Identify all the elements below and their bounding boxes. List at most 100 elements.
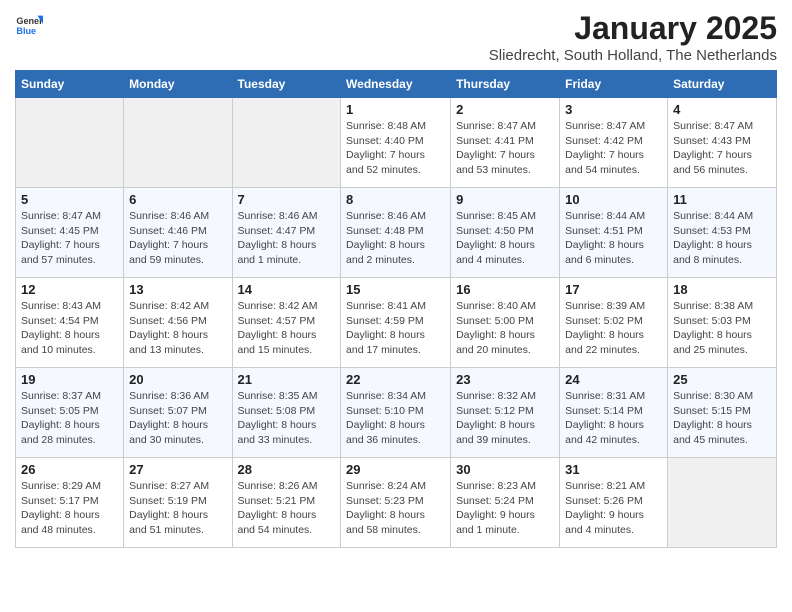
day-number: 26 bbox=[21, 462, 118, 477]
day-info: Sunrise: 8:48 AMSunset: 4:40 PMDaylight:… bbox=[346, 119, 445, 178]
calendar-day: 29 Sunrise: 8:24 AMSunset: 5:23 PMDayligh… bbox=[341, 458, 451, 548]
title-section: January 2025 Sliedrecht, South Holland, … bbox=[489, 10, 777, 64]
day-info: Sunrise: 8:43 AMSunset: 4:54 PMDaylight:… bbox=[21, 299, 118, 358]
day-number: 3 bbox=[565, 102, 662, 117]
calendar-day: 5 Sunrise: 8:47 AMSunset: 4:45 PMDaylight… bbox=[16, 188, 124, 278]
calendar-day bbox=[232, 98, 341, 188]
calendar-day: 24 Sunrise: 8:31 AMSunset: 5:14 PMDayligh… bbox=[560, 368, 668, 458]
day-number: 17 bbox=[565, 282, 662, 297]
day-number: 2 bbox=[456, 102, 554, 117]
calendar-day: 4 Sunrise: 8:47 AMSunset: 4:43 PMDaylight… bbox=[668, 98, 777, 188]
calendar-day: 6 Sunrise: 8:46 AMSunset: 4:46 PMDaylight… bbox=[124, 188, 232, 278]
day-number: 21 bbox=[238, 372, 336, 387]
calendar-day: 28Sunrise: 8:26 AMSunset: 5:21 PMDayligh… bbox=[232, 458, 341, 548]
day-number: 8 bbox=[346, 192, 445, 207]
calendar-day: 18Sunrise: 8:38 AMSunset: 5:03 PMDayligh… bbox=[668, 278, 777, 368]
calendar-day: 2 Sunrise: 8:47 AMSunset: 4:41 PMDaylight… bbox=[451, 98, 560, 188]
day-info: Sunrise: 8:40 AMSunset: 5:00 PMDaylight:… bbox=[456, 299, 554, 358]
day-info: Sunrise: 8:46 AMSunset: 4:46 PMDaylight:… bbox=[129, 209, 226, 268]
day-info: Sunrise: 8:39 AMSunset: 5:02 PMDaylight:… bbox=[565, 299, 662, 358]
day-number: 29 bbox=[346, 462, 445, 477]
day-number: 6 bbox=[129, 192, 226, 207]
day-info: Sunrise: 8:36 AMSunset: 5:07 PMDaylight:… bbox=[129, 389, 226, 448]
day-info: Sunrise: 8:46 AMSunset: 4:48 PMDaylight:… bbox=[346, 209, 445, 268]
calendar-day: 22Sunrise: 8:34 AMSunset: 5:10 PMDayligh… bbox=[341, 368, 451, 458]
day-info: Sunrise: 8:32 AMSunset: 5:12 PMDaylight:… bbox=[456, 389, 554, 448]
week-row-3: 12 Sunrise: 8:43 AMSunset: 4:54 PMDayligh… bbox=[16, 278, 777, 368]
day-info: Sunrise: 8:42 AMSunset: 4:56 PMDaylight:… bbox=[129, 299, 226, 358]
calendar-day: 21Sunrise: 8:35 AMSunset: 5:08 PMDayligh… bbox=[232, 368, 341, 458]
week-row-2: 5 Sunrise: 8:47 AMSunset: 4:45 PMDaylight… bbox=[16, 188, 777, 278]
day-number: 19 bbox=[21, 372, 118, 387]
calendar-day: 16 Sunrise: 8:40 AMSunset: 5:00 PMDayligh… bbox=[451, 278, 560, 368]
day-number: 23 bbox=[456, 372, 554, 387]
day-number: 14 bbox=[238, 282, 336, 297]
calendar-day: 9 Sunrise: 8:45 AMSunset: 4:50 PMDaylight… bbox=[451, 188, 560, 278]
day-info: Sunrise: 8:30 AMSunset: 5:15 PMDaylight:… bbox=[673, 389, 771, 448]
day-header-monday: Monday bbox=[124, 71, 232, 98]
week-row-4: 19 Sunrise: 8:37 AMSunset: 5:05 PMDayligh… bbox=[16, 368, 777, 458]
calendar-day: 17 Sunrise: 8:39 AMSunset: 5:02 PMDayligh… bbox=[560, 278, 668, 368]
day-number: 5 bbox=[21, 192, 118, 207]
calendar-day: 3 Sunrise: 8:47 AMSunset: 4:42 PMDaylight… bbox=[560, 98, 668, 188]
day-number: 1 bbox=[346, 102, 445, 117]
day-info: Sunrise: 8:47 AMSunset: 4:45 PMDaylight:… bbox=[21, 209, 118, 268]
calendar-day: 8 Sunrise: 8:46 AMSunset: 4:48 PMDaylight… bbox=[341, 188, 451, 278]
calendar-day: 1 Sunrise: 8:48 AMSunset: 4:40 PMDaylight… bbox=[341, 98, 451, 188]
calendar-day: 26 Sunrise: 8:29 AMSunset: 5:17 PMDayligh… bbox=[16, 458, 124, 548]
calendar-day: 20 Sunrise: 8:36 AMSunset: 5:07 PMDayligh… bbox=[124, 368, 232, 458]
day-info: Sunrise: 8:47 AMSunset: 4:43 PMDaylight:… bbox=[673, 119, 771, 178]
calendar-day: 27 Sunrise: 8:27 AMSunset: 5:19 PMDayligh… bbox=[124, 458, 232, 548]
day-number: 25 bbox=[673, 372, 771, 387]
day-info: Sunrise: 8:41 AMSunset: 4:59 PMDaylight:… bbox=[346, 299, 445, 358]
day-info: Sunrise: 8:27 AMSunset: 5:19 PMDaylight:… bbox=[129, 479, 226, 538]
day-info: Sunrise: 8:29 AMSunset: 5:17 PMDaylight:… bbox=[21, 479, 118, 538]
day-number: 15 bbox=[346, 282, 445, 297]
day-info: Sunrise: 8:38 AMSunset: 5:03 PMDaylight:… bbox=[673, 299, 771, 358]
day-info: Sunrise: 8:47 AMSunset: 4:41 PMDaylight:… bbox=[456, 119, 554, 178]
calendar-day bbox=[668, 458, 777, 548]
day-info: Sunrise: 8:37 AMSunset: 5:05 PMDaylight:… bbox=[21, 389, 118, 448]
calendar-day: 11Sunrise: 8:44 AMSunset: 4:53 PMDayligh… bbox=[668, 188, 777, 278]
day-number: 12 bbox=[21, 282, 118, 297]
week-row-1: 1 Sunrise: 8:48 AMSunset: 4:40 PMDaylight… bbox=[16, 98, 777, 188]
day-header-thursday: Thursday bbox=[451, 71, 560, 98]
calendar-day: 31Sunrise: 8:21 AMSunset: 5:26 PMDayligh… bbox=[560, 458, 668, 548]
day-number: 20 bbox=[129, 372, 226, 387]
calendar-title: January 2025 bbox=[489, 10, 777, 47]
logo: General Blue bbox=[15, 10, 43, 38]
day-number: 10 bbox=[565, 192, 662, 207]
day-header-friday: Friday bbox=[560, 71, 668, 98]
day-info: Sunrise: 8:47 AMSunset: 4:42 PMDaylight:… bbox=[565, 119, 662, 178]
day-number: 24 bbox=[565, 372, 662, 387]
day-header-saturday: Saturday bbox=[668, 71, 777, 98]
calendar-day: 12 Sunrise: 8:43 AMSunset: 4:54 PMDayligh… bbox=[16, 278, 124, 368]
calendar-day: 23 Sunrise: 8:32 AMSunset: 5:12 PMDayligh… bbox=[451, 368, 560, 458]
calendar-subtitle: Sliedrecht, South Holland, The Netherlan… bbox=[489, 47, 777, 64]
day-info: Sunrise: 8:42 AMSunset: 4:57 PMDaylight:… bbox=[238, 299, 336, 358]
calendar-day: 10 Sunrise: 8:44 AMSunset: 4:51 PMDayligh… bbox=[560, 188, 668, 278]
logo-icon: General Blue bbox=[15, 10, 43, 38]
day-info: Sunrise: 8:45 AMSunset: 4:50 PMDaylight:… bbox=[456, 209, 554, 268]
calendar-day: 30 Sunrise: 8:23 AMSunset: 5:24 PMDayligh… bbox=[451, 458, 560, 548]
day-number: 30 bbox=[456, 462, 554, 477]
calendar-day: 19 Sunrise: 8:37 AMSunset: 5:05 PMDayligh… bbox=[16, 368, 124, 458]
calendar-day: 25 Sunrise: 8:30 AMSunset: 5:15 PMDayligh… bbox=[668, 368, 777, 458]
svg-text:Blue: Blue bbox=[16, 26, 36, 36]
day-number: 16 bbox=[456, 282, 554, 297]
day-info: Sunrise: 8:34 AMSunset: 5:10 PMDaylight:… bbox=[346, 389, 445, 448]
day-number: 27 bbox=[129, 462, 226, 477]
day-number: 4 bbox=[673, 102, 771, 117]
day-info: Sunrise: 8:23 AMSunset: 5:24 PMDaylight:… bbox=[456, 479, 554, 538]
day-info: Sunrise: 8:44 AMSunset: 4:51 PMDaylight:… bbox=[565, 209, 662, 268]
day-info: Sunrise: 8:31 AMSunset: 5:14 PMDaylight:… bbox=[565, 389, 662, 448]
calendar-table: SundayMondayTuesdayWednesdayThursdayFrid… bbox=[15, 70, 777, 548]
day-info: Sunrise: 8:26 AMSunset: 5:21 PMDaylight:… bbox=[238, 479, 336, 538]
calendar-day bbox=[124, 98, 232, 188]
day-number: 9 bbox=[456, 192, 554, 207]
day-header-sunday: Sunday bbox=[16, 71, 124, 98]
day-info: Sunrise: 8:24 AMSunset: 5:23 PMDaylight:… bbox=[346, 479, 445, 538]
day-header-tuesday: Tuesday bbox=[232, 71, 341, 98]
day-header-wednesday: Wednesday bbox=[341, 71, 451, 98]
day-number: 7 bbox=[238, 192, 336, 207]
